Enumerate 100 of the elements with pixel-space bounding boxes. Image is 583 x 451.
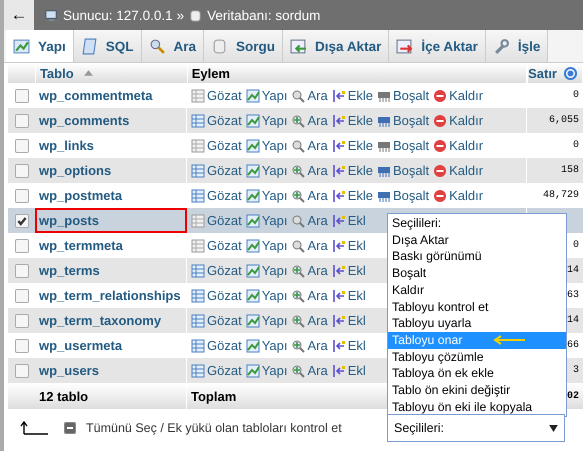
tab[interactable]: İşle <box>486 30 548 62</box>
row-checkbox[interactable] <box>14 338 28 352</box>
dropdown-option[interactable]: Tabloyu çözümle <box>388 348 566 366</box>
action-link[interactable]: Boşalt <box>377 88 430 103</box>
table-name-link[interactable]: wp_posts <box>39 213 99 228</box>
tab[interactable]: Dışa Aktar <box>283 30 390 62</box>
action-link[interactable]: Ekle <box>332 113 373 128</box>
dropdown-option[interactable]: Tabloyu ön eki ile kopyala <box>388 398 566 416</box>
action-link[interactable]: Yapı <box>246 188 288 203</box>
dropdown-option[interactable]: Boşalt <box>388 265 566 282</box>
action-link[interactable]: Ekl <box>332 213 366 228</box>
row-checkbox[interactable] <box>14 214 28 228</box>
table-name-link[interactable]: wp_links <box>39 138 94 153</box>
action-link[interactable]: Ara <box>291 238 328 253</box>
row-checkbox[interactable] <box>14 238 28 252</box>
tab[interactable]: Yapı <box>6 30 74 62</box>
dropdown-option[interactable]: Seçilileri: <box>388 215 566 232</box>
table-name-link[interactable]: wp_usermeta <box>39 338 122 353</box>
action-link[interactable]: Ekle <box>332 88 373 103</box>
row-checkbox[interactable] <box>14 164 28 178</box>
action-link[interactable]: Ara <box>291 213 328 228</box>
action-link[interactable]: Gözat <box>191 238 242 253</box>
table-name-link[interactable]: wp_term_taxonomy <box>39 313 162 328</box>
action-link[interactable]: Ara <box>291 313 328 328</box>
row-checkbox[interactable] <box>14 88 28 102</box>
action-link[interactable]: Gözat <box>191 363 242 378</box>
action-link[interactable]: Gözat <box>191 288 242 303</box>
action-link[interactable]: Ara <box>291 88 328 103</box>
tab[interactable]: Sorgu <box>204 30 284 62</box>
action-link[interactable]: Yapı <box>246 213 288 228</box>
action-link[interactable]: Yapı <box>246 363 288 378</box>
tab[interactable]: SQL <box>74 30 142 62</box>
action-link[interactable]: Ara <box>291 113 328 128</box>
action-link[interactable]: Kaldır <box>433 188 484 203</box>
table-name-link[interactable]: wp_term_relationships <box>39 288 181 303</box>
action-link[interactable]: Gözat <box>191 313 242 328</box>
action-link[interactable]: Ekl <box>332 288 366 303</box>
action-link[interactable]: Gözat <box>191 263 242 278</box>
action-link[interactable]: Gözat <box>191 138 242 153</box>
action-link[interactable]: Yapı <box>246 163 288 178</box>
action-link[interactable]: Ekl <box>332 313 366 328</box>
action-link[interactable]: Gözat <box>191 188 242 203</box>
action-link[interactable]: Yapı <box>246 113 288 128</box>
dropdown-option[interactable]: Baskı görünümü <box>388 248 566 266</box>
action-link[interactable]: Ekle <box>332 138 373 153</box>
tab[interactable]: İçe Aktar <box>389 30 486 62</box>
action-link[interactable]: Kaldır <box>433 163 484 178</box>
dropdown-option[interactable]: Tablo ön ekini değiştir <box>388 382 566 399</box>
action-link[interactable]: Gözat <box>191 338 242 353</box>
action-link[interactable]: Boşalt <box>377 138 430 153</box>
action-link[interactable]: Yapı <box>246 313 288 328</box>
row-checkbox[interactable] <box>14 264 28 278</box>
bulk-action-select[interactable]: Seçilileri: <box>387 414 565 442</box>
row-checkbox[interactable] <box>14 138 28 152</box>
action-link[interactable]: Ara <box>291 163 328 178</box>
select-all-checkbox[interactable] <box>64 422 76 434</box>
table-name-link[interactable]: wp_postmeta <box>39 188 122 203</box>
select-all-text[interactable]: Tümünü Seç / Ek yükü olan tabloları kontrol et <box>86 421 342 435</box>
dropdown-option[interactable]: Dışa Aktar <box>388 232 566 248</box>
action-link[interactable]: Boşalt <box>377 113 430 128</box>
dropdown-option[interactable]: Tabloyu kontrol et <box>388 298 566 316</box>
table-name-link[interactable]: wp_comments <box>39 113 130 128</box>
row-checkbox[interactable] <box>14 188 28 202</box>
action-link[interactable]: Gözat <box>191 163 242 178</box>
server-link[interactable]: Sunucu: 127.0.0.1 <box>63 8 173 22</box>
action-link[interactable]: Kaldır <box>433 113 484 128</box>
back-button[interactable]: ← <box>4 0 34 30</box>
action-link[interactable]: Yapı <box>246 288 288 303</box>
table-name-link[interactable]: wp_users <box>39 363 99 378</box>
action-link[interactable]: Yapı <box>246 263 288 278</box>
table-name-link[interactable]: wp_terms <box>39 263 100 278</box>
action-link[interactable]: Gözat <box>191 213 242 228</box>
database-link[interactable]: Veritabanı: sordum <box>207 8 320 22</box>
table-name-link[interactable]: wp_commentmeta <box>39 88 152 103</box>
action-link[interactable]: Boşalt <box>377 163 430 178</box>
dropdown-option[interactable]: Kaldır <box>388 282 566 299</box>
action-link[interactable]: Ekl <box>332 263 366 278</box>
action-link[interactable]: Kaldır <box>433 138 484 153</box>
action-link[interactable]: Ara <box>291 338 328 353</box>
dropdown-option[interactable]: Tabloya ön ek ekle <box>388 365 566 382</box>
dropdown-option[interactable]: Tabloyu uyarla <box>388 315 566 332</box>
action-link[interactable]: Ara <box>291 138 328 153</box>
table-name-link[interactable]: wp_options <box>39 163 112 178</box>
action-link[interactable]: Ekle <box>332 163 373 178</box>
action-link[interactable]: Ekl <box>332 338 366 353</box>
action-link[interactable]: Ekle <box>332 188 373 203</box>
action-link[interactable]: Ekl <box>332 238 366 253</box>
action-link[interactable]: Yapı <box>246 138 288 153</box>
action-link[interactable]: Ara <box>291 263 328 278</box>
action-link[interactable]: Kaldır <box>433 88 484 103</box>
row-checkbox[interactable] <box>14 114 28 128</box>
row-checkbox[interactable] <box>14 314 28 328</box>
action-link[interactable]: Yapı <box>246 88 288 103</box>
row-checkbox[interactable] <box>14 364 28 378</box>
row-checkbox[interactable] <box>14 288 28 302</box>
action-link[interactable]: Gözat <box>191 88 242 103</box>
tab[interactable]: Ara <box>142 30 204 62</box>
action-link[interactable]: Yapı <box>246 238 288 253</box>
table-name-link[interactable]: wp_termmeta <box>39 238 123 253</box>
action-link[interactable]: Ara <box>291 363 328 378</box>
